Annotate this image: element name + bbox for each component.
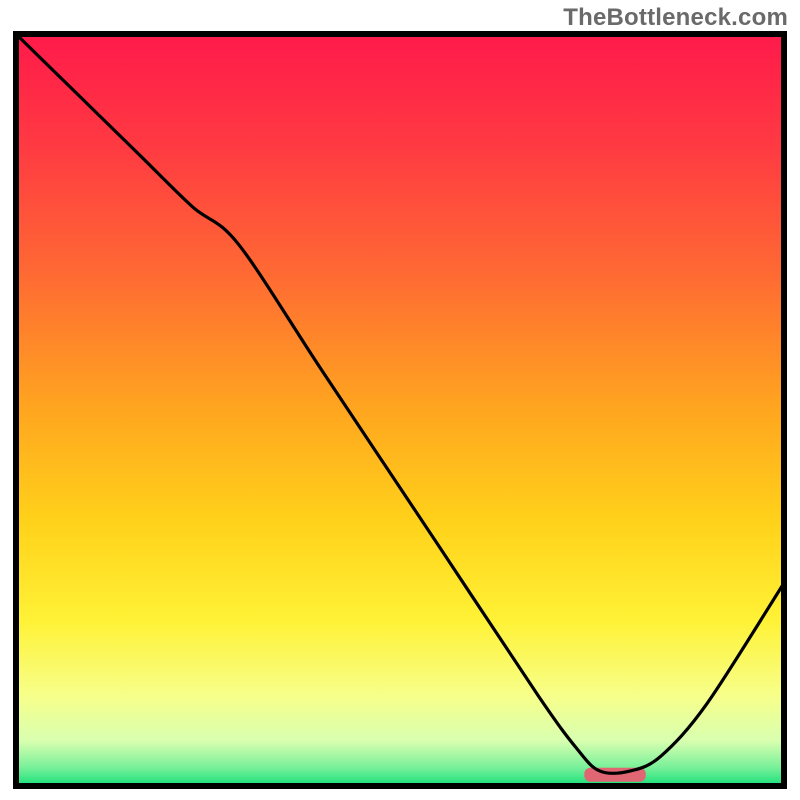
chart-stage: TheBottleneck.com	[0, 0, 800, 800]
watermark-text: TheBottleneck.com	[563, 4, 788, 32]
bottleneck-chart	[0, 0, 800, 800]
